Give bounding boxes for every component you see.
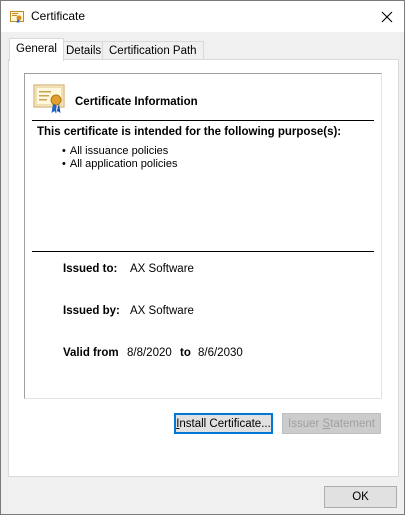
close-icon: [381, 11, 393, 22]
valid-from-value: 8/8/2020: [127, 347, 172, 359]
issued-by-label: Issued by:: [63, 305, 120, 317]
valid-to-label: to: [180, 347, 191, 359]
certificate-info-box: Certificate Information This certificate…: [24, 73, 382, 399]
purpose-heading: This certificate is intended for the fol…: [37, 126, 342, 138]
valid-from-label: Valid from: [63, 347, 119, 359]
issued-to-label: Issued to:: [63, 263, 118, 275]
close-button[interactable]: [370, 1, 404, 32]
list-item: All issuance policies: [62, 145, 177, 158]
tab-general[interactable]: General: [9, 38, 64, 61]
issued-to-value: AX Software: [130, 263, 194, 275]
purpose-list: All issuance policies All application po…: [62, 145, 178, 171]
install-certificate-button[interactable]: Install Certificate...: [174, 413, 273, 434]
certificate-icon: [33, 84, 65, 114]
button-label-part: nstall Certificate...: [179, 418, 271, 430]
certificate-dialog: Certificate General Details Certificatio…: [0, 0, 405, 515]
title-bar: Certificate: [1, 1, 404, 32]
list-item: All application policies: [62, 158, 178, 171]
tab-details[interactable]: Details: [59, 41, 109, 60]
issued-by-value: AX Software: [130, 305, 194, 317]
valid-to-value: 8/6/2030: [198, 347, 243, 359]
issuer-statement-button[interactable]: Issuer Statement: [282, 413, 381, 434]
window-title: Certificate: [31, 9, 86, 23]
certificate-info-title: Certificate Information: [75, 96, 198, 108]
certificate-icon: [10, 10, 24, 24]
button-label-part: Issuer: [288, 418, 323, 430]
tab-certification-path[interactable]: Certification Path: [102, 41, 204, 60]
divider: [32, 251, 374, 252]
divider: [32, 120, 374, 121]
button-label-part: tatement: [330, 418, 375, 430]
ok-button[interactable]: OK: [324, 486, 397, 508]
